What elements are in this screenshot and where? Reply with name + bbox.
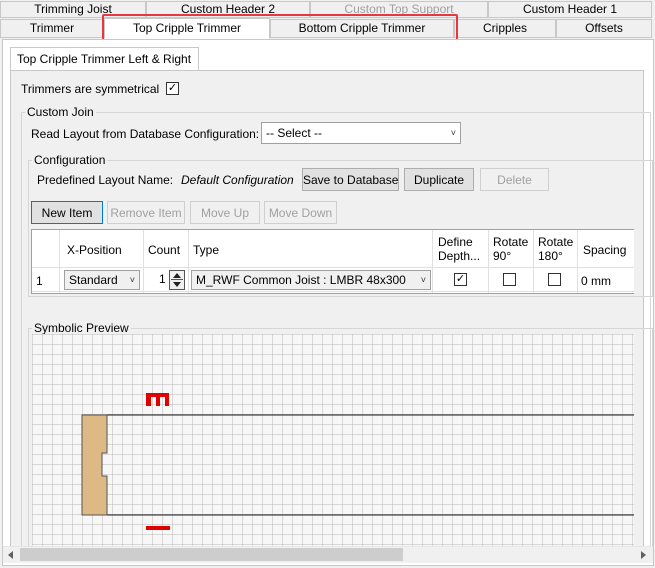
- type-select[interactable]: M_RWF Common Joist : LMBR 48x300 ˅: [191, 270, 431, 290]
- col-header-rotate-90: Rotate 90°: [493, 235, 529, 263]
- marker-bottom-icon: [146, 526, 170, 530]
- layout-select[interactable]: -- Select -- ˅: [261, 122, 461, 144]
- preview-canvas: [32, 334, 634, 547]
- count-value: 1: [159, 272, 166, 286]
- col-header-xposition: X-Position: [67, 243, 122, 257]
- move-down-button[interactable]: Move Down: [264, 201, 337, 224]
- stepper-up-icon[interactable]: [173, 273, 181, 278]
- row-number: 1: [36, 274, 43, 288]
- predefined-label: Predefined Layout Name:: [37, 173, 174, 187]
- custom-join-title: Custom Join: [25, 105, 96, 119]
- rotate-180-checkbox[interactable]: [548, 273, 561, 286]
- col-header-spacing: Spacing: [583, 243, 627, 257]
- save-to-database-button[interactable]: Save to Database: [302, 168, 399, 191]
- chevron-down-icon: ˅: [420, 275, 426, 285]
- new-item-button[interactable]: New Item: [31, 201, 103, 224]
- subtab-top-cripple-lr[interactable]: Top Cripple Trimmer Left & Right: [10, 47, 199, 71]
- spacing-value: 0 mm: [581, 274, 611, 288]
- scroll-left-icon[interactable]: [8, 551, 13, 559]
- predefined-value: Default Configuration: [181, 173, 294, 187]
- duplicate-button[interactable]: Duplicate: [404, 168, 474, 191]
- scroll-thumb[interactable]: [20, 548, 403, 561]
- symmetric-label: Trimmers are symmetrical: [21, 82, 160, 96]
- tab-offsets[interactable]: Offsets: [556, 19, 652, 38]
- tab-custom-header-1[interactable]: Custom Header 1: [488, 1, 652, 18]
- col-header-count: Count: [148, 243, 181, 257]
- type-value: M_RWF Common Joist : LMBR 48x300: [196, 273, 406, 287]
- scroll-right-icon[interactable]: [641, 551, 646, 559]
- symmetric-checkbox[interactable]: ✓: [166, 82, 179, 95]
- stepper-down-icon[interactable]: [173, 282, 181, 287]
- marker-top-icon: [146, 393, 169, 406]
- tab-label: Custom Header 1: [522, 2, 618, 16]
- tab-label: Trimming Joist: [34, 2, 112, 16]
- layout-select-value: -- Select --: [266, 126, 323, 140]
- tab-cripples[interactable]: Cripples: [454, 19, 556, 38]
- subtab-label: Top Cripple Trimmer Left & Right: [17, 52, 192, 66]
- highlight-box: [102, 14, 458, 42]
- tab-label: Offsets: [585, 21, 623, 35]
- symbolic-preview-title: Symbolic Preview: [32, 321, 131, 335]
- move-up-button[interactable]: Move Up: [190, 201, 260, 224]
- check-icon: ✓: [455, 273, 466, 285]
- tab-label: Cripples: [482, 21, 527, 35]
- rotate-90-checkbox[interactable]: [503, 273, 516, 286]
- remove-item-button[interactable]: Remove Item: [107, 201, 185, 224]
- col-header-type: Type: [193, 243, 220, 257]
- chevron-down-icon: ˅: [129, 275, 135, 285]
- chevron-down-icon: ˅: [450, 128, 456, 138]
- delete-button[interactable]: Delete: [480, 168, 549, 191]
- count-stepper[interactable]: 1: [145, 270, 186, 290]
- xposition-select[interactable]: Standard ˅: [64, 270, 140, 290]
- check-icon: ✓: [167, 82, 178, 94]
- read-layout-label: Read Layout from Database Configuration:: [31, 127, 260, 141]
- row-sep: [32, 291, 634, 292]
- col-header-define-depth: Define Depth...: [438, 235, 481, 263]
- configuration-title: Configuration: [32, 153, 108, 167]
- tab-trimmer[interactable]: Trimmer: [0, 19, 104, 38]
- define-depth-checkbox[interactable]: ✓: [454, 273, 467, 286]
- stepper-buttons[interactable]: [169, 270, 185, 290]
- col-header-rotate-180: Rotate 180°: [538, 235, 574, 263]
- stepper-divider: [171, 279, 183, 280]
- xposition-value: Standard: [69, 273, 118, 287]
- tab-label: Trimmer: [29, 21, 75, 35]
